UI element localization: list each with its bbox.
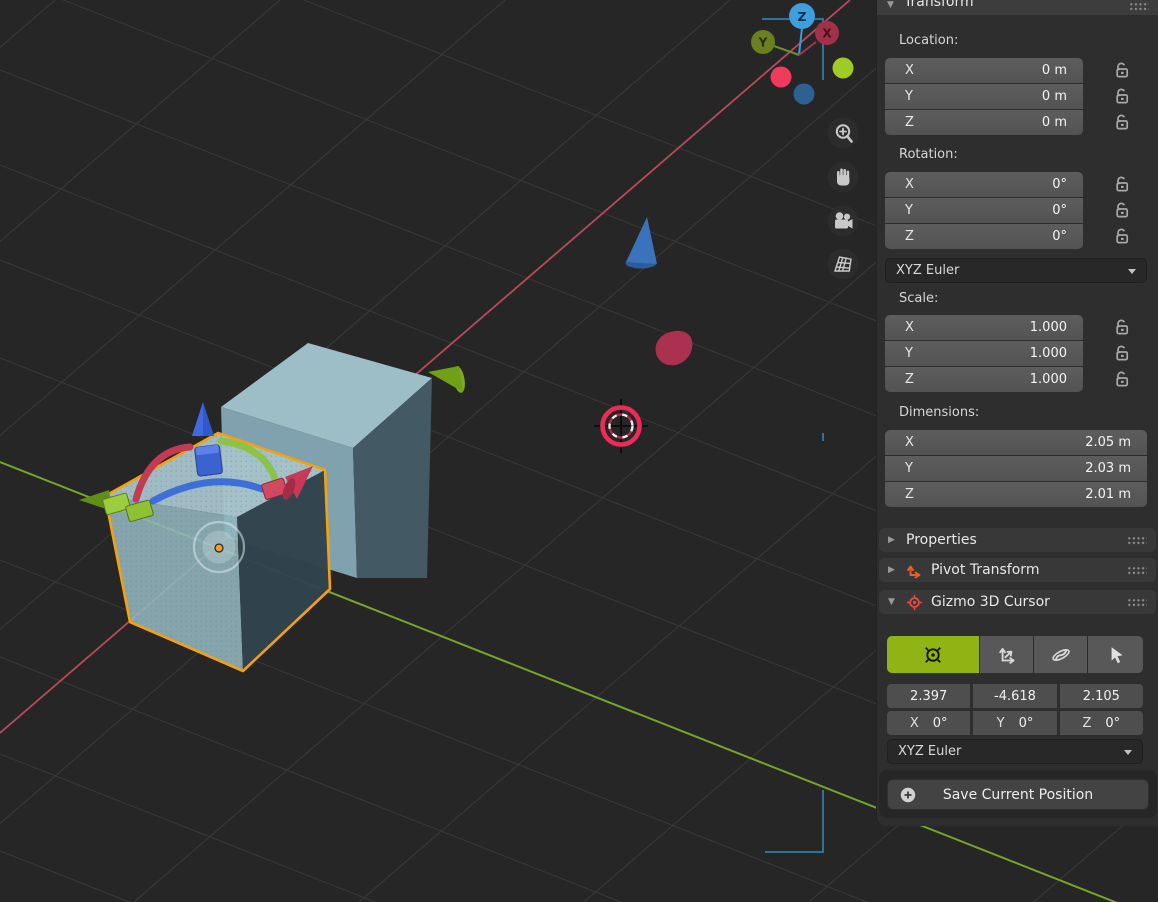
- cursor-x-value[interactable]: 2.397: [887, 684, 971, 708]
- transform-panel-title: Transform: [904, 0, 974, 10]
- svg-text:X: X: [822, 27, 832, 41]
- sidebar-panel: ▼ Transform Location: X 0 m Y 0 m Z 0 m …: [876, 0, 1158, 826]
- plus-circle-icon: [900, 787, 916, 803]
- collapse-triangle-icon: ▶: [888, 535, 895, 545]
- scale-z-field[interactable]: Z 1.000: [885, 367, 1083, 392]
- location-y-field[interactable]: Y 0 m: [885, 84, 1083, 109]
- svg-text:Y: Y: [758, 36, 768, 50]
- collapse-triangle-icon: ▼: [888, 597, 895, 607]
- chevron-down-icon: [1124, 750, 1132, 755]
- panel-drag-grip-icon[interactable]: [1127, 534, 1147, 546]
- rotation-mode-dropdown[interactable]: XYZ Euler: [885, 258, 1147, 283]
- orbit-icon: [1051, 648, 1070, 661]
- pivot-transform-icon: [907, 565, 921, 578]
- unlock-icon[interactable]: [1112, 317, 1132, 337]
- location-z-field[interactable]: Z 0 m: [885, 110, 1083, 135]
- nav-axis-ball-neg-z[interactable]: [793, 83, 815, 105]
- gizmo-3d-cursor-icon: [906, 594, 923, 610]
- dimensions-z-field[interactable]: Z 2.01 m: [885, 482, 1147, 507]
- rotation-x-field[interactable]: X 0°: [885, 172, 1083, 197]
- orthographic-grid-icon[interactable]: [827, 248, 859, 280]
- cursor-rot-x-value[interactable]: X 0°: [887, 711, 971, 735]
- cursor-mode-button-active[interactable]: [887, 636, 979, 673]
- rotation-z-field[interactable]: Z 0°: [885, 224, 1083, 249]
- collapse-triangle-icon[interactable]: ▼: [887, 0, 894, 10]
- unlock-icon[interactable]: [1112, 226, 1132, 246]
- rotation-y-field[interactable]: Y 0°: [885, 198, 1083, 223]
- nav-axis-ball-z[interactable]: Z: [789, 3, 815, 29]
- unlock-icon[interactable]: [1112, 174, 1132, 194]
- nav-axis-ball-y[interactable]: Y: [751, 30, 775, 54]
- cursor-z-value[interactable]: 2.105: [1059, 684, 1143, 708]
- unlock-icon[interactable]: [1112, 86, 1132, 106]
- unlock-icon[interactable]: [1112, 112, 1132, 132]
- scale-y-field[interactable]: Y 1.000: [885, 341, 1083, 366]
- unlock-icon[interactable]: [1112, 343, 1132, 363]
- subpanel-pivot-transform-header[interactable]: ▶ Pivot Transform: [879, 558, 1156, 582]
- cursor-arrow-icon: [1111, 646, 1123, 663]
- subpanel-gizmo-3d-cursor-header[interactable]: ▼ Gizmo 3D Cursor: [879, 590, 1156, 614]
- cursor-rotation-row: X 0° Y 0° Z 0°: [887, 711, 1143, 735]
- save-button-container: Save Current Position: [879, 770, 1157, 818]
- move-axes-icon: [998, 647, 1015, 664]
- dimensions-y-field[interactable]: Y 2.03 m: [885, 456, 1147, 481]
- orbit-mode-button[interactable]: [1034, 636, 1087, 673]
- location-label: Location:: [899, 33, 959, 48]
- camera-view-icon[interactable]: [827, 205, 859, 237]
- dimensions-x-field[interactable]: X 2.05 m: [885, 430, 1147, 455]
- 3d-cursor-icon: [925, 646, 941, 663]
- unlock-icon[interactable]: [1112, 60, 1132, 80]
- cursor-y-value[interactable]: -4.618: [973, 684, 1057, 708]
- nav-axis-ball-neg-y[interactable]: [832, 57, 854, 79]
- nav-axis-ball-neg-x[interactable]: [770, 66, 792, 88]
- svg-text:Z: Z: [797, 9, 806, 24]
- unlock-icon[interactable]: [1112, 200, 1132, 220]
- save-current-position-button[interactable]: Save Current Position: [887, 779, 1149, 810]
- cursor-rot-y-value[interactable]: Y 0°: [973, 711, 1057, 735]
- move-mode-button[interactable]: [980, 636, 1033, 673]
- location-x-field[interactable]: X 0 m: [885, 58, 1083, 83]
- cursor-gizmo-mode-buttons: [887, 636, 1143, 673]
- panel-drag-grip-icon[interactable]: [1127, 564, 1147, 576]
- chevron-down-icon: [1128, 269, 1136, 274]
- panel-drag-grip-icon[interactable]: [1129, 1, 1149, 12]
- unlock-icon[interactable]: [1112, 369, 1132, 389]
- panel-drag-grip-icon[interactable]: [1127, 596, 1147, 608]
- collapse-triangle-icon: ▶: [888, 565, 895, 575]
- cursor-position-row: 2.397 -4.618 2.105: [887, 684, 1143, 708]
- nav-axis-ball-x[interactable]: X: [815, 21, 839, 45]
- dimensions-label: Dimensions:: [899, 405, 980, 420]
- scale-label: Scale:: [899, 291, 939, 306]
- pan-hand-icon[interactable]: [827, 161, 859, 193]
- scale-x-field[interactable]: X 1.000: [885, 315, 1083, 340]
- select-mode-button[interactable]: [1088, 636, 1143, 673]
- transform-panel-header[interactable]: ▼ Transform: [877, 0, 1158, 15]
- cursor-rot-z-value[interactable]: Z 0°: [1059, 711, 1143, 735]
- subpanel-properties-header[interactable]: ▶ Properties: [879, 528, 1156, 552]
- rotation-label: Rotation:: [899, 147, 958, 162]
- cursor-rotation-mode-dropdown[interactable]: XYZ Euler: [887, 739, 1143, 764]
- zoom-icon[interactable]: [827, 117, 859, 149]
